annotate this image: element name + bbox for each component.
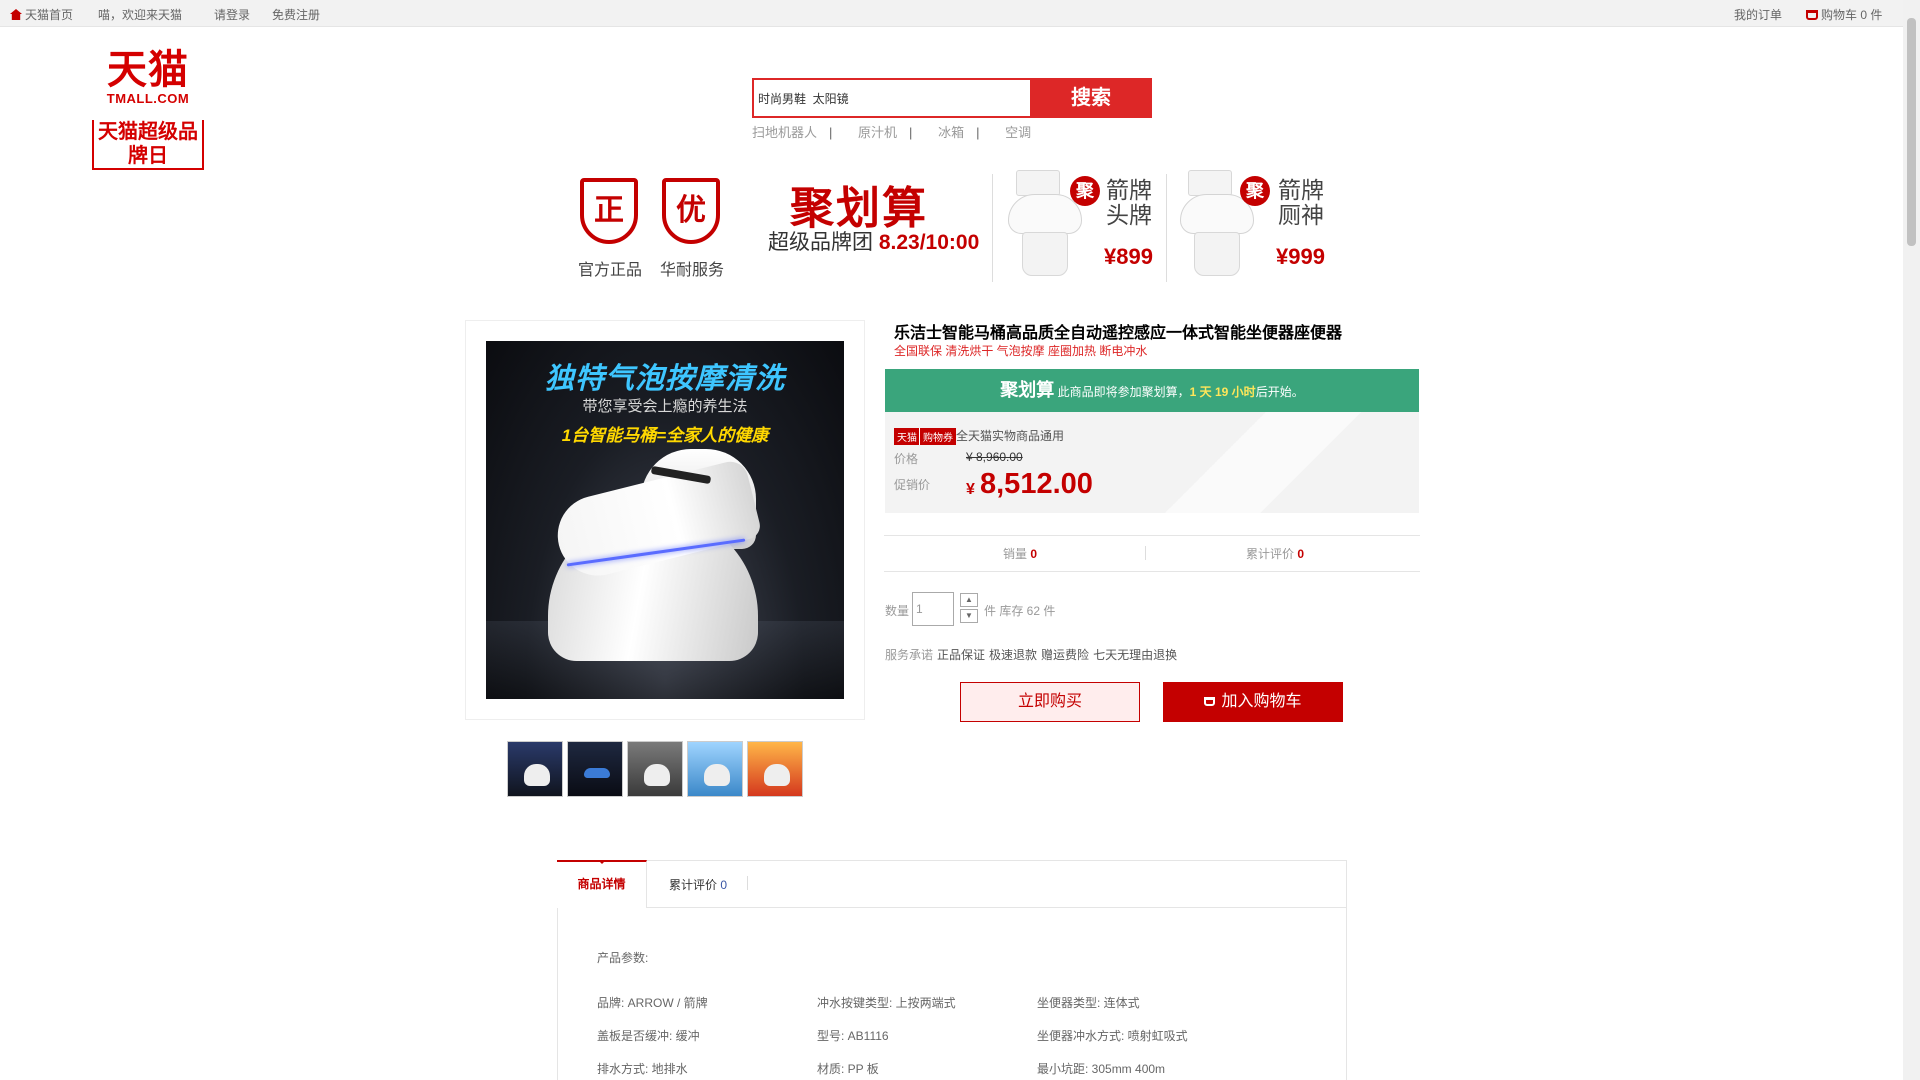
hot-word-separator: | — [976, 125, 980, 140]
banner-divider — [992, 174, 993, 282]
ad-title: 箭牌 头牌 — [1106, 177, 1152, 228]
sale-price-label: 促销价 — [894, 478, 931, 492]
sale-price: 8,512.00 — [980, 468, 1093, 500]
tab-underline — [647, 907, 1347, 908]
param-cell: 坐便器冲水方式: 喷射虹吸式 — [1037, 1029, 1188, 1043]
divider — [884, 535, 1420, 536]
toilet-ad-image[interactable] — [1008, 170, 1082, 278]
top-bar: 天猫首页 喵，欢迎来天猫 请登录 免费注册 我的订单 购物车 0 件 — [0, 0, 1903, 27]
genuine-badge-label: 官方正品 — [578, 262, 643, 279]
ad-title: 箭牌 厕神 — [1278, 177, 1324, 228]
tmall-tag: 天猫 — [894, 428, 920, 445]
ju-mark-icon: 聚 — [1070, 176, 1100, 206]
register-link[interactable]: 免费注册 — [272, 6, 320, 23]
add-to-cart-button[interactable]: 加入购物车 — [1163, 682, 1343, 722]
ad-price: ¥899 — [1104, 244, 1153, 269]
coupon-tag: 购物券 — [919, 428, 956, 445]
detail-tabs-panel — [557, 860, 1347, 1080]
quantity-input[interactable] — [912, 592, 954, 626]
param-cell: 最小坑距: 305mm 400m — [1037, 1062, 1166, 1076]
hot-search-words: 扫地机器人 | 原汁机 | 冰箱 | 空调 — [752, 122, 1043, 141]
image-subheading: 带您享受会上瘾的养生法 — [582, 398, 748, 415]
tmall-logo[interactable]: 天猫 TMALL.COM 天猫超级品牌日 — [92, 47, 204, 170]
hot-word-separator: | — [829, 125, 833, 140]
home-icon — [10, 9, 22, 20]
thumbnail[interactable] — [687, 741, 743, 797]
main-product-image[interactable]: 独特气泡按摩清洗 带您享受会上瘾的养生法 1台智能马桶=全家人的健康 — [486, 341, 844, 699]
stat-separator — [1145, 546, 1146, 560]
tab-reviews[interactable]: 累计评价 0 — [669, 876, 727, 893]
search-box — [752, 78, 1030, 118]
hot-word[interactable]: 冰箱 — [938, 125, 964, 140]
param-cell: 坐便器类型: 连体式 — [1037, 996, 1140, 1010]
divider — [884, 571, 1420, 572]
page-scrollbar[interactable] — [1903, 0, 1920, 1080]
param-cell: 排水方式: 地排水 — [597, 1062, 688, 1076]
param-cell: 材质: PP 板 — [817, 1062, 879, 1076]
tmall-home-link[interactable]: 天猫首页 — [10, 6, 73, 23]
param-cell: 品牌: ARROW / 箭牌 — [597, 996, 708, 1010]
cart-icon — [1806, 10, 1818, 20]
my-orders-link[interactable]: 我的订单 — [1734, 6, 1782, 23]
price-label: 价格 — [894, 452, 919, 466]
quantity-decrease-icon[interactable]: ▼ — [960, 609, 978, 623]
ad-price: ¥999 — [1276, 244, 1325, 269]
thumbnail[interactable] — [747, 741, 803, 797]
scrollbar-thumb[interactable] — [1907, 18, 1916, 246]
tab-product-details[interactable]: 商品详情 — [557, 860, 647, 908]
welcome-text: 喵，欢迎来天猫 — [98, 8, 183, 22]
quantity-increase-icon[interactable]: ▲ — [960, 593, 978, 607]
logo-text-main: 天猫 — [107, 47, 189, 93]
stock-info: 件 库存 62 件 — [984, 604, 1056, 618]
params-title: 产品参数: — [597, 951, 649, 965]
product-subtitle: 全国联保 清洗烘干 气泡按摩 座圈加热 断电冲水 — [894, 344, 1148, 358]
cart-icon — [1204, 697, 1216, 706]
genuine-badge-icon: 正 — [580, 178, 638, 244]
original-price: ¥ 8,960.00 — [966, 450, 1023, 464]
sale-currency: ¥ — [966, 481, 975, 498]
hot-word[interactable]: 空调 — [1005, 125, 1031, 140]
param-cell: 冲水按键类型: 上按两端式 — [817, 996, 956, 1010]
tab-separator — [747, 876, 748, 890]
search-input[interactable] — [754, 80, 1030, 116]
coupon-text[interactable]: 全天猫实物商品通用 — [956, 427, 1064, 444]
cart-link[interactable]: 购物车 0 件 — [1806, 6, 1882, 23]
product-title: 乐洁士智能马桶高品质全自动遥控感应一体式智能坐便器座便器 — [894, 325, 1343, 342]
hot-word-separator: | — [909, 125, 913, 140]
image-tagline: 1台智能马桶=全家人的健康 — [561, 426, 769, 445]
logo-text-domain: TMALL.COM — [106, 91, 190, 106]
service-promise: 服务承诺 正品保证 极速退款 赠运费险 七天无理由退换 — [885, 648, 1178, 662]
service-badge-label: 华耐服务 — [660, 262, 725, 279]
logo-text-event: 天猫超级品牌日 — [92, 120, 204, 170]
ju-mark-icon: 聚 — [1240, 176, 1270, 206]
thumbnail[interactable] — [567, 741, 623, 797]
param-cell: 盖板是否缓冲: 缓冲 — [597, 1029, 700, 1043]
param-cell: 型号: AB1116 — [817, 1029, 889, 1043]
thumbnail[interactable] — [627, 741, 683, 797]
hot-word[interactable]: 扫地机器人 — [752, 125, 817, 140]
thumbnail[interactable] — [507, 741, 563, 797]
toilet-ad-image[interactable] — [1180, 170, 1254, 278]
banner-divider — [1166, 174, 1167, 282]
image-heading: 独特气泡按摩清洗 — [544, 363, 785, 395]
juhuasuan-countdown-bar: 聚划算 此商品即将参加聚划算，1 天 19 小时后开始。 — [885, 369, 1419, 412]
review-count[interactable]: 累计评价 0 — [1246, 545, 1304, 562]
login-link[interactable]: 请登录 — [214, 6, 250, 23]
quantity-label: 数量 — [885, 604, 910, 618]
juhuasuan-subtitle: 超级品牌团 8.23/10:00 — [768, 231, 980, 254]
hot-word[interactable]: 原汁机 — [858, 125, 897, 140]
search-button[interactable]: 搜索 — [1030, 78, 1152, 118]
service-badge-icon: 优 — [662, 178, 720, 244]
sales-count: 销量 0 — [1003, 547, 1038, 561]
buy-now-button[interactable]: 立即购买 — [960, 682, 1140, 722]
